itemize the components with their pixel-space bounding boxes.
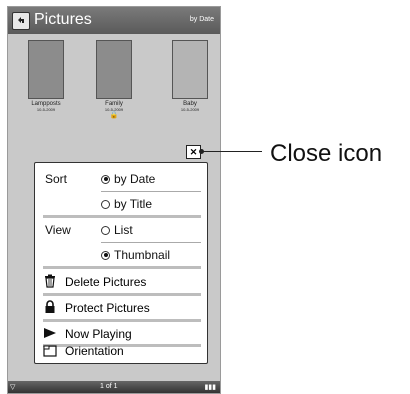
thumbnail-image <box>28 40 64 99</box>
thumbnail-date: 10-5-2009 <box>36 107 56 112</box>
sort-by-title-option[interactable]: by Title <box>101 197 152 211</box>
delete-pictures-button[interactable]: Delete Pictures <box>43 270 203 294</box>
title-bar: Pictures by Date <box>8 7 220 34</box>
radio-icon <box>101 199 110 209</box>
thumbnail-family[interactable]: Family 10-5-2009 🔒 <box>84 40 144 119</box>
lock-icon: 🔒 <box>109 112 119 119</box>
battery-icon: ▮▮▮ <box>204 384 216 391</box>
action-label: Delete Pictures <box>65 275 147 289</box>
view-row-2: Thumbnail <box>35 243 207 267</box>
thumbnail-date: 10-5-2009 <box>180 107 200 112</box>
status-icon: ▽ <box>10 384 16 391</box>
options-menu: Sort by Date by Title View List Thumbnai… <box>34 162 208 364</box>
radio-selected-icon <box>101 174 110 184</box>
divider <box>43 266 201 269</box>
thumbnail-lampposts[interactable]: Lampposts 10-5-2009 <box>16 40 76 112</box>
view-list-option[interactable]: List <box>101 223 133 237</box>
trash-icon <box>45 274 55 288</box>
lock-icon <box>45 300 55 313</box>
action-label: Orientation <box>65 344 124 358</box>
back-button[interactable] <box>12 12 30 30</box>
thumbnail-baby[interactable]: Baby 10-5-2009 <box>160 40 220 112</box>
view-label: View <box>45 223 71 237</box>
view-row: View List <box>35 218 207 242</box>
radio-icon <box>101 225 110 235</box>
option-label: by Date <box>114 172 156 186</box>
option-label: List <box>114 223 133 237</box>
radio-selected-icon <box>101 250 110 260</box>
sort-status: by Date <box>189 16 214 23</box>
callout-label: Close icon <box>270 140 383 167</box>
back-arrow-icon <box>18 17 24 23</box>
play-icon <box>44 328 56 338</box>
action-label: Protect Pictures <box>65 301 150 315</box>
page-indicator: 1 of 1 <box>100 383 118 390</box>
orientation-icon <box>43 345 57 357</box>
page-title: Pictures <box>34 11 92 28</box>
protect-pictures-button[interactable]: Protect Pictures <box>43 296 203 320</box>
sort-label: Sort <box>45 172 68 186</box>
option-label: Thumbnail <box>114 248 171 262</box>
sort-row-2: by Title <box>35 192 207 216</box>
thumbnail-image <box>96 40 132 99</box>
sort-row: Sort by Date <box>35 167 207 191</box>
option-label: by Title <box>114 197 153 211</box>
view-thumbnail-option[interactable]: Thumbnail <box>101 248 170 262</box>
callout-line <box>200 151 262 152</box>
sort-by-date-option[interactable]: by Date <box>101 172 155 186</box>
thumbnail-image <box>172 40 208 99</box>
orientation-button[interactable]: Orientation <box>43 339 203 363</box>
status-bar: ▽ 1 of 1 ▮▮▮ <box>8 381 220 393</box>
